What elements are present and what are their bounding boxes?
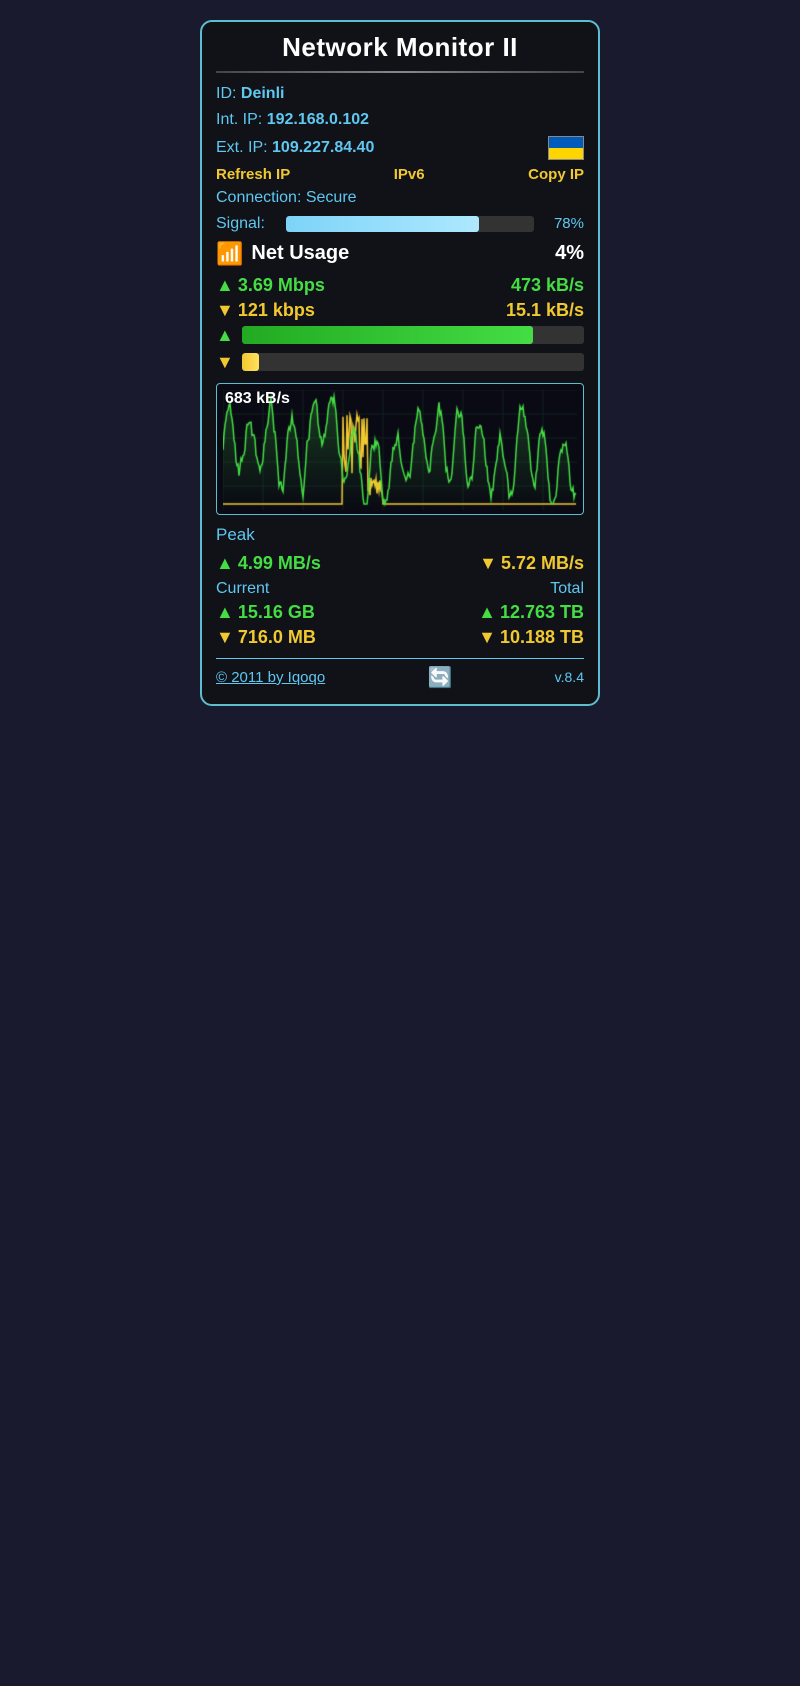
ext-ip-value: 109.227.84.40 (272, 139, 374, 156)
ext-ip-info: Ext. IP: 109.227.84.40 (216, 137, 374, 159)
signal-bar-background (286, 216, 534, 232)
current-total-header: Current Total (216, 580, 584, 598)
version-label: v.8.4 (555, 669, 584, 685)
peak-down-arrow-icon: ▼ (479, 553, 497, 574)
id-row: ID: Deinli (216, 83, 584, 105)
connection-label: Connection: (216, 189, 301, 206)
current-label: Current (216, 580, 400, 598)
action-row: Refresh IP IPv6 Copy IP (216, 166, 584, 183)
signal-bar-fill (286, 216, 479, 232)
id-value: Deinli (241, 85, 285, 102)
upload-arrow-icon: ▲ (216, 275, 234, 296)
download-kbs: 15.1 kB/s (506, 300, 584, 321)
net-usage-row: 📶 Net Usage 4% (216, 241, 584, 267)
refresh-ip-button[interactable]: Refresh IP (216, 166, 290, 183)
int-ip-label: Int. IP: (216, 111, 262, 128)
signal-row: Signal: 78% (216, 215, 584, 233)
download-bar-fill (242, 353, 259, 371)
signal-percentage: 78% (544, 215, 584, 232)
peak-download: 5.72 MB/s (501, 553, 584, 574)
flag-blue-stripe (549, 137, 583, 148)
network-chart-canvas (223, 390, 577, 510)
widget-title: Network Monitor II (216, 32, 584, 63)
peak-row: ▲ 4.99 MB/s ▼ 5.72 MB/s (216, 553, 584, 574)
current-upload: 15.16 GB (238, 602, 315, 623)
upload-bar-row: ▲ (216, 325, 584, 346)
network-chart: 683 kB/s (216, 383, 584, 515)
download-data-row: ▼ 716.0 MB ▼ 10.188 TB (216, 627, 584, 648)
total-download: 10.188 TB (500, 627, 584, 648)
connection-row: Connection: Secure (216, 189, 584, 207)
footer-row: © 2011 by Iqoqo 🔄 v.8.4 (216, 658, 584, 690)
upload-mbps: 3.69 Mbps (238, 275, 511, 296)
int-ip-row: Int. IP: 192.168.0.102 (216, 109, 584, 131)
country-flag (548, 136, 584, 160)
download-bar-row: ▼ (216, 352, 584, 373)
copy-ip-button[interactable]: Copy IP (528, 166, 584, 183)
peak-up-arrow-icon: ▲ (216, 553, 234, 574)
upload-bar-fill (242, 326, 533, 344)
current-up-arrow-icon: ▲ (216, 602, 234, 623)
total-down-arrow-icon: ▼ (478, 627, 496, 648)
signal-label: Signal: (216, 215, 276, 233)
connection-value: Secure (306, 189, 357, 206)
download-bar-arrow-icon: ▼ (216, 352, 234, 373)
download-arrow-icon: ▼ (216, 300, 234, 321)
peak-section-title: Peak (216, 525, 584, 545)
upload-data-row: ▲ 15.16 GB ▲ 12.763 TB (216, 602, 584, 623)
refresh-icon[interactable]: 🔄 (427, 665, 452, 690)
ipv6-button[interactable]: IPv6 (394, 166, 425, 183)
int-ip-value: 192.168.0.102 (267, 111, 369, 128)
current-down-arrow-icon: ▼ (216, 627, 234, 648)
net-usage-percentage: 4% (555, 242, 584, 265)
download-bar-background (242, 353, 584, 371)
current-download: 716.0 MB (238, 627, 316, 648)
copyright-link[interactable]: © 2011 by Iqoqo (216, 669, 325, 686)
upload-speed-row: ▲ 3.69 Mbps 473 kB/s (216, 275, 584, 296)
flag-yellow-stripe (549, 148, 583, 159)
title-divider (216, 71, 584, 73)
upload-bar-background (242, 326, 584, 344)
total-upload: 12.763 TB (500, 602, 584, 623)
ext-ip-row: Ext. IP: 109.227.84.40 (216, 136, 584, 160)
wifi-icon: 📶 (216, 241, 243, 267)
ext-ip-label: Ext. IP: (216, 139, 268, 156)
net-usage-label: Net Usage (251, 242, 547, 265)
total-label: Total (400, 580, 584, 598)
upload-bar-arrow-icon: ▲ (216, 325, 234, 346)
download-speed-row: ▼ 121 kbps 15.1 kB/s (216, 300, 584, 321)
chart-speed-label: 683 kB/s (225, 390, 290, 408)
network-monitor-widget: Network Monitor II ID: Deinli Int. IP: 1… (200, 20, 600, 706)
id-label: ID: (216, 85, 236, 102)
upload-kbs: 473 kB/s (511, 275, 584, 296)
download-kbps: 121 kbps (238, 300, 506, 321)
total-up-arrow-icon: ▲ (478, 602, 496, 623)
peak-upload: 4.99 MB/s (238, 553, 321, 574)
